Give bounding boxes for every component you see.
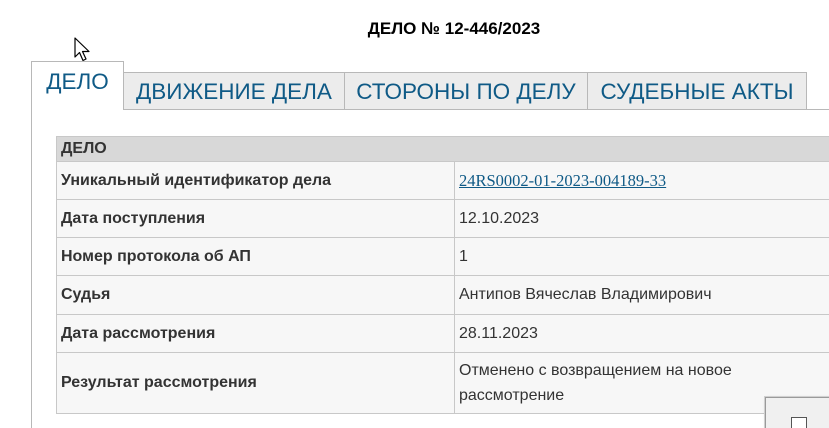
tab-court-acts-label: СУДЕБНЫЕ АКТЫ (600, 78, 794, 104)
row-value-result-line2: рассмотрение (459, 387, 565, 404)
row-label-protocol-number: Номер протокола об АП (56, 237, 455, 276)
case-id-link[interactable]: 24RS0002-01-2023-004189-33 (459, 171, 666, 190)
tab-case-movement-label: ДВИЖЕНИЕ ДЕЛА (136, 78, 332, 104)
row-value-receipt-date: 12.10.2023 (454, 199, 829, 238)
table-row: Номер протокола об АП 1 (56, 237, 829, 276)
tab-case-movement[interactable]: ДВИЖЕНИЕ ДЕЛА (123, 72, 345, 110)
row-label-case-id: Уникальный идентификатор дела (56, 161, 455, 200)
table-row: Дата поступления 12.10.2023 (56, 199, 829, 238)
tab-court-acts[interactable]: СУДЕБНЫЕ АКТЫ (587, 72, 807, 110)
mouse-pointer-icon (74, 37, 90, 62)
dialog-checkbox[interactable] (791, 417, 807, 428)
tab-case-parties[interactable]: СТОРОНЫ ПО ДЕЛУ (344, 72, 588, 110)
row-value-protocol-number: 1 (454, 237, 829, 276)
row-label-receipt-date: Дата поступления (56, 199, 455, 238)
section-header: ДЕЛО (56, 136, 829, 162)
table-row: Уникальный идентификатор дела 24RS0002-0… (56, 161, 829, 200)
table-row: Дата рассмотрения 28.11.2023 (56, 314, 829, 353)
table-row: Результат рассмотрения Отменено с возвра… (56, 352, 829, 414)
row-value-case-id: 24RS0002-01-2023-004189-33 (454, 161, 829, 200)
page-title: ДЕЛО № 12-446/2023 (367, 19, 541, 38)
row-label-hearing-date: Дата рассмотрения (56, 314, 455, 353)
row-label-result: Результат рассмотрения (56, 352, 455, 414)
tab-case-label: ДЕЛО (46, 69, 109, 94)
row-value-judge: Антипов Вячеслав Владимирович (454, 275, 829, 315)
row-value-hearing-date: 28.11.2023 (454, 314, 829, 353)
case-tabs: ДЕЛО ДВИЖЕНИЕ ДЕЛА СТОРОНЫ ПО ДЕЛУ СУДЕБ… (31, 61, 807, 110)
tab-case[interactable]: ДЕЛО (31, 61, 124, 110)
overlay-dialog-fragment[interactable] (765, 397, 829, 428)
case-info-table: ДЕЛО Уникальный идентификатор дела 24RS0… (56, 136, 829, 414)
tab-case-parties-label: СТОРОНЫ ПО ДЕЛУ (356, 78, 576, 104)
row-label-judge: Судья (56, 275, 455, 315)
row-value-result-line1: Отменено с возвращением на новое (459, 362, 732, 379)
table-row: Судья Антипов Вячеслав Владимирович (56, 275, 829, 315)
